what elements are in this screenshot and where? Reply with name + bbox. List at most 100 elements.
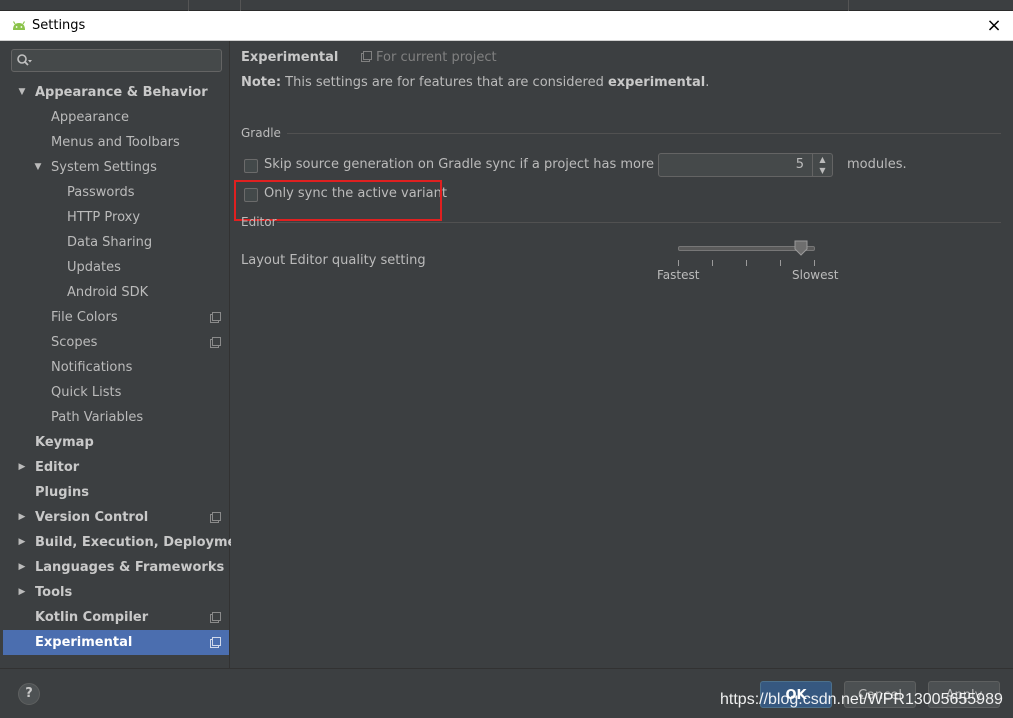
background-ide-strip (0, 0, 1013, 11)
slider-tick (746, 260, 747, 266)
expand-right-icon[interactable]: ▶ (16, 530, 28, 555)
sidebar-item-passwords[interactable]: Passwords (3, 180, 229, 205)
close-icon[interactable]: × (983, 15, 1005, 37)
sidebar-item-label: Appearance & Behavior (35, 85, 208, 100)
sidebar-item-label: Passwords (67, 185, 135, 200)
project-scope-icon (361, 51, 372, 62)
sidebar-item-label: File Colors (51, 310, 118, 325)
sidebar-item-label: Version Control (35, 510, 149, 525)
project-scope-icon (210, 312, 221, 323)
sidebar-item-label: Quick Lists (51, 385, 122, 400)
sidebar-item-scopes[interactable]: Scopes (3, 330, 229, 355)
sidebar-item-file-colors[interactable]: File Colors (3, 305, 229, 330)
android-studio-icon (12, 21, 26, 30)
scope-label: For current project (361, 50, 497, 65)
sidebar-item-label: Editor (35, 460, 80, 475)
gradle-section-title: Gradle (241, 126, 281, 140)
spinner-down-icon[interactable]: ▼ (813, 165, 832, 176)
experimental-note: Note: This settings are for features tha… (241, 75, 709, 90)
sidebar-item-data-sharing[interactable]: Data Sharing (3, 230, 229, 255)
note-suffix: . (705, 75, 710, 90)
slider-max-label: Slowest (792, 268, 839, 282)
modules-count-spinner[interactable]: 5 ▲ ▼ (658, 153, 833, 177)
sidebar-item-keymap[interactable]: Keymap (3, 430, 229, 455)
sidebar-item-label: Experimental (35, 635, 133, 650)
page-title: Experimental (241, 50, 339, 65)
note-text: This settings are for features that are … (281, 75, 608, 90)
spinner-up-icon[interactable]: ▲ (813, 154, 832, 165)
sidebar-item-editor[interactable]: ▶ Editor (3, 455, 229, 480)
title-bar: Settings × (0, 11, 1013, 41)
note-bold: experimental (607, 75, 706, 90)
sidebar-item-menus-and-toolbars[interactable]: Menus and Toolbars (3, 130, 229, 155)
expand-right-icon[interactable]: ▶ (16, 455, 28, 480)
project-scope-icon (210, 337, 221, 348)
sidebar-item-quick-lists[interactable]: Quick Lists (3, 380, 229, 405)
expand-right-icon[interactable]: ▶ (16, 505, 28, 530)
editor-divider (277, 222, 1001, 223)
spinner-buttons: ▲ ▼ (812, 154, 832, 176)
sidebar-item-label: Tools (35, 585, 73, 600)
search-icon (17, 54, 32, 66)
sidebar-item-plugins[interactable]: Plugins (3, 480, 229, 505)
slider-tick (678, 260, 679, 266)
quality-slider-thumb[interactable] (793, 240, 809, 256)
help-icon[interactable]: ? (18, 683, 40, 705)
sidebar-item-path-variables[interactable]: Path Variables (3, 405, 229, 430)
dialog-title: Settings (32, 18, 86, 33)
sidebar-item-label: Languages & Frameworks (35, 560, 225, 575)
search-input[interactable] (11, 49, 222, 72)
sidebar-item-label: Data Sharing (67, 235, 153, 250)
skip-source-label: Skip source generation on Gradle sync if… (264, 157, 688, 172)
expand-right-icon[interactable]: ▶ (16, 580, 28, 605)
sidebar-item-label: Kotlin Compiler (35, 610, 149, 625)
slider-tick (712, 260, 713, 266)
sidebar-item-http-proxy[interactable]: HTTP Proxy (3, 205, 229, 230)
modules-label: modules. (847, 157, 907, 172)
sidebar-item-label: Path Variables (51, 410, 144, 425)
settings-content: Experimental For current project Note: T… (231, 41, 1013, 668)
sidebar-item-android-sdk[interactable]: Android SDK (3, 280, 229, 305)
sidebar-item-label: Appearance (51, 110, 130, 125)
slider-tick (814, 260, 815, 266)
sidebar-item-version-control[interactable]: ▶ Version Control (3, 505, 229, 530)
modules-count-value: 5 (795, 157, 804, 172)
expand-right-icon[interactable]: ▶ (16, 555, 28, 580)
gradle-divider (287, 133, 1001, 134)
dialog-footer: ? OK Cancel Apply https://blog.csdn.net/… (0, 668, 1013, 718)
sidebar-item-appearance[interactable]: Appearance (3, 105, 229, 130)
sidebar-item-kotlin-compiler[interactable]: Kotlin Compiler (3, 605, 229, 630)
sidebar-item-label: Scopes (51, 335, 98, 350)
sidebar-item-languages-frameworks[interactable]: ▶ Languages & Frameworks (3, 555, 229, 580)
scope-text: For current project (376, 50, 497, 65)
project-scope-icon (210, 512, 221, 523)
sidebar-item-experimental[interactable]: Experimental (3, 630, 229, 655)
sidebar-item-label: System Settings (51, 160, 157, 175)
settings-sidebar: ▼ Appearance & Behavior Appearance Menus an… (3, 41, 252, 668)
sidebar-item-build-execution-deployment[interactable]: ▶ Build, Execution, Deployment (3, 530, 252, 555)
sidebar-item-tools[interactable]: ▶ Tools (3, 580, 229, 605)
note-prefix: Note: (241, 75, 282, 90)
settings-tree: ▼ Appearance & Behavior Appearance Menus an… (3, 80, 252, 655)
sidebar-item-updates[interactable]: Updates (3, 255, 229, 280)
quality-setting-label: Layout Editor quality setting (241, 253, 426, 268)
sidebar-item-notifications[interactable]: Notifications (3, 355, 229, 380)
sidebar-item-label: Plugins (35, 485, 89, 500)
sidebar-item-label: Build, Execution, Deployment (35, 535, 252, 550)
expand-down-icon[interactable]: ▼ (16, 80, 28, 105)
slider-tick (780, 260, 781, 266)
skip-source-checkbox[interactable] (244, 159, 258, 173)
project-scope-icon (210, 637, 221, 648)
sidebar-item-appearance-behavior[interactable]: ▼ Appearance & Behavior (3, 80, 229, 105)
editor-section-title: Editor (241, 215, 277, 229)
project-scope-icon (210, 612, 221, 623)
sidebar-item-label: Menus and Toolbars (51, 135, 180, 150)
sidebar-item-label: Android SDK (67, 285, 149, 300)
sidebar-item-label: Keymap (35, 435, 94, 450)
sidebar-item-label: Updates (67, 260, 121, 275)
sidebar-item-system-settings[interactable]: ▼ System Settings (3, 155, 229, 180)
sidebar-item-label: Notifications (51, 360, 133, 375)
expand-down-icon[interactable]: ▼ (32, 155, 44, 180)
slider-min-label: Fastest (657, 268, 700, 282)
settings-dialog: Settings × ▼ Appearance & Behavior Appeara… (0, 11, 1013, 718)
